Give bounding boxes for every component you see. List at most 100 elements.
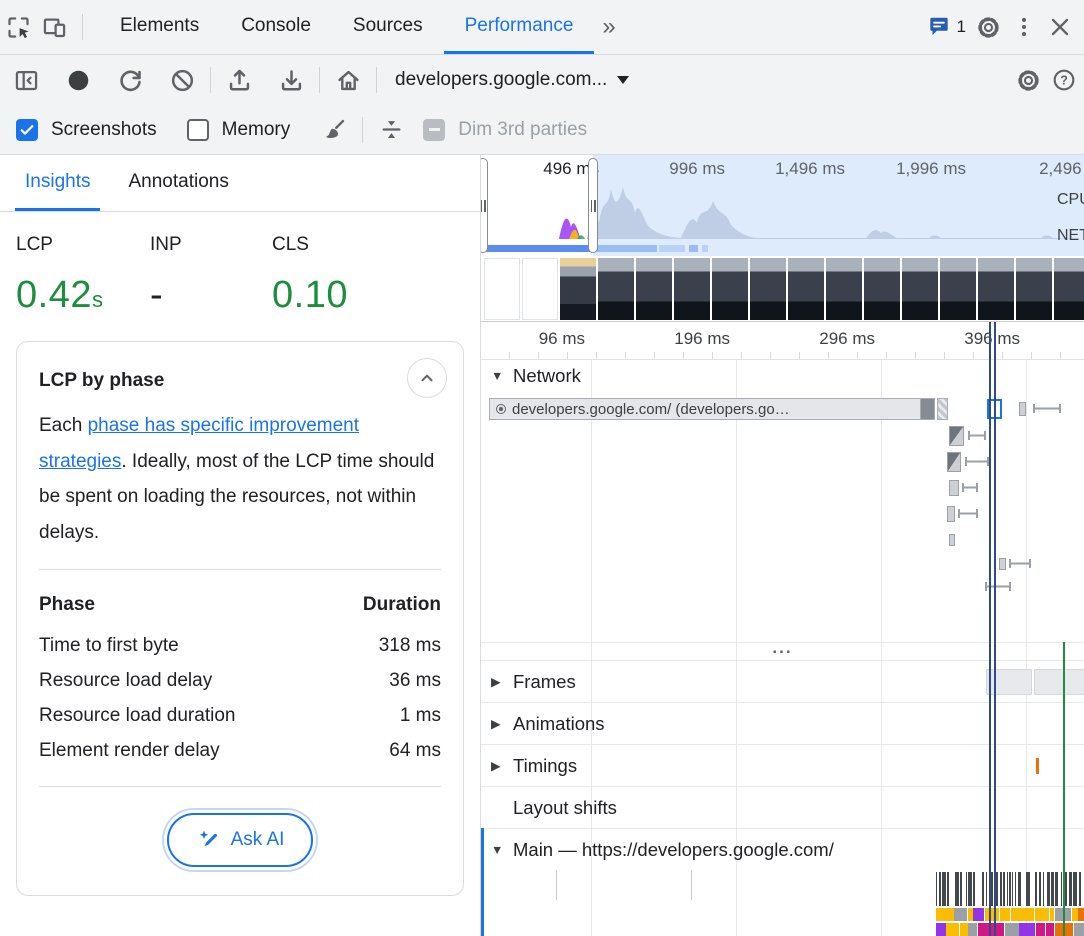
issues-bubble-icon xyxy=(926,14,952,40)
network-request-bar[interactable] xyxy=(937,398,948,420)
flame-task-segment xyxy=(1011,908,1017,921)
overview-time-label: 996 ms xyxy=(635,159,725,179)
svg-text:?: ? xyxy=(1060,73,1068,87)
download-profile-icon[interactable] xyxy=(273,62,309,98)
more-options-icon[interactable] xyxy=(1006,9,1042,45)
window-left-handle[interactable] xyxy=(481,158,488,253)
phase-name: Time to first byte xyxy=(39,635,179,657)
flame-task-segment xyxy=(1046,923,1054,936)
collapse-tracks-icon[interactable] xyxy=(373,112,409,148)
expander-icon[interactable]: ▶ xyxy=(491,716,513,731)
help-icon[interactable]: ? xyxy=(1046,62,1082,98)
issues-count: 1 xyxy=(957,17,966,37)
network-request-bar[interactable] xyxy=(949,480,959,496)
frame-thumbnail[interactable] xyxy=(1034,669,1084,695)
device-toolbar-icon[interactable] xyxy=(36,9,72,45)
metric-inp[interactable]: INP - xyxy=(150,234,272,317)
network-request-bar[interactable] xyxy=(949,426,964,446)
expander-icon[interactable]: ▼ xyxy=(491,369,513,383)
record-button[interactable] xyxy=(60,62,96,98)
flame-task-segment xyxy=(1017,908,1025,921)
collapse-card-button[interactable] xyxy=(407,358,447,398)
tab-performance[interactable]: Performance xyxy=(444,0,595,54)
metric-lcp[interactable]: LCP 0.42s xyxy=(16,234,150,317)
inspect-element-icon[interactable] xyxy=(0,9,36,45)
filmstrip-thumbnail[interactable] xyxy=(978,258,1014,320)
divider xyxy=(319,67,320,93)
network-request-bar[interactable] xyxy=(1019,402,1026,416)
tab-annotations[interactable]: Annotations xyxy=(118,155,238,211)
filmstrip-thumbnail[interactable] xyxy=(674,258,710,320)
filmstrip-thumbnail[interactable] xyxy=(484,258,520,320)
network-request-bar[interactable] xyxy=(947,506,955,522)
metric-cls[interactable]: CLS 0.10 xyxy=(272,234,348,317)
flame-call-bar xyxy=(1009,872,1011,906)
filmstrip-thumbnail[interactable] xyxy=(636,258,672,320)
filmstrip-thumbnail[interactable] xyxy=(1016,258,1052,320)
flame-call-bar xyxy=(1003,872,1005,906)
network-request-bar xyxy=(965,457,989,466)
network-request-bar[interactable] xyxy=(949,534,955,546)
tab-elements[interactable]: Elements xyxy=(99,0,220,54)
flame-call-bar xyxy=(936,872,937,906)
table-row: Element render delay 64 ms xyxy=(39,733,441,768)
upload-profile-icon[interactable] xyxy=(221,62,257,98)
memory-checkbox[interactable] xyxy=(187,119,209,141)
expander-icon[interactable]: ▶ xyxy=(491,758,513,773)
expander-icon[interactable]: ▼ xyxy=(491,843,513,857)
filmstrip-thumbnail[interactable] xyxy=(1054,258,1084,320)
show-sidebar-icon[interactable] xyxy=(8,62,44,98)
frame-thumbnail[interactable] xyxy=(986,669,1032,695)
filmstrip-thumbnail[interactable] xyxy=(902,258,938,320)
filmstrip-thumbnail[interactable] xyxy=(750,258,786,320)
page-url-selector[interactable]: developers.google.com... xyxy=(387,69,637,91)
filmstrip-thumbnail[interactable] xyxy=(522,258,558,320)
network-request-bar xyxy=(1033,404,1061,413)
phase-duration: 1 ms xyxy=(400,705,441,727)
tab-insights[interactable]: Insights xyxy=(15,155,100,211)
more-tabs-icon[interactable]: » xyxy=(594,0,623,54)
metric-value: 0.10 xyxy=(272,274,348,316)
network-request-bar[interactable]: developers.google.com/ (developers.go… xyxy=(489,398,935,420)
flame-call-bar xyxy=(1073,872,1076,906)
network-request-bar[interactable] xyxy=(999,558,1006,570)
settings-gear-icon[interactable] xyxy=(970,9,1006,45)
ask-ai-button[interactable]: Ask AI xyxy=(167,813,314,867)
network-request-bar[interactable] xyxy=(947,452,961,472)
selected-track-accent xyxy=(481,828,484,936)
memory-label: Memory xyxy=(222,119,291,141)
flame-call-bar xyxy=(960,872,962,906)
timing-marker xyxy=(1036,758,1039,774)
close-icon[interactable] xyxy=(1042,9,1078,45)
reload-record-icon[interactable] xyxy=(112,62,148,98)
filmstrip-thumbnail[interactable] xyxy=(598,258,634,320)
garbage-collect-icon[interactable] xyxy=(316,112,352,148)
filmstrip-thumbnail[interactable] xyxy=(712,258,748,320)
flame-call-bar xyxy=(1055,872,1059,906)
flame-task-segment xyxy=(968,908,973,921)
issues-button[interactable]: 1 xyxy=(922,9,970,45)
flame-task-segment xyxy=(1035,908,1050,921)
filmstrip-thumbnail[interactable] xyxy=(940,258,976,320)
filmstrip-thumbnail[interactable] xyxy=(560,258,596,320)
tab-sources[interactable]: Sources xyxy=(332,0,444,54)
screenshots-checkbox[interactable] xyxy=(16,119,38,141)
filmstrip-thumbnail[interactable] xyxy=(788,258,824,320)
clear-icon[interactable] xyxy=(164,62,200,98)
lcp-by-phase-card: LCP by phase Each phase has specific imp… xyxy=(16,341,464,896)
home-icon[interactable] xyxy=(330,62,366,98)
metric-unit: s xyxy=(92,287,104,312)
timeline-overview[interactable]: 496 ms996 ms1,496 ms1,996 ms2,496 ms CPU… xyxy=(481,155,1084,322)
network-request-bar xyxy=(958,509,978,518)
devtools-toolbar: Elements Console Sources Performance » 1 xyxy=(0,0,1084,55)
tick-line xyxy=(691,870,692,900)
card-title: LCP by phase xyxy=(39,370,441,392)
capture-settings-gear-icon[interactable] xyxy=(1010,62,1046,98)
metric-label: CLS xyxy=(272,234,348,256)
filmstrip-thumbnail[interactable] xyxy=(864,258,900,320)
filmstrip-thumbnail[interactable] xyxy=(826,258,862,320)
window-right-handle[interactable] xyxy=(588,158,598,253)
expander-icon[interactable]: ▶ xyxy=(491,674,513,689)
flame-call-bar xyxy=(1026,872,1030,906)
tab-console[interactable]: Console xyxy=(220,0,332,54)
